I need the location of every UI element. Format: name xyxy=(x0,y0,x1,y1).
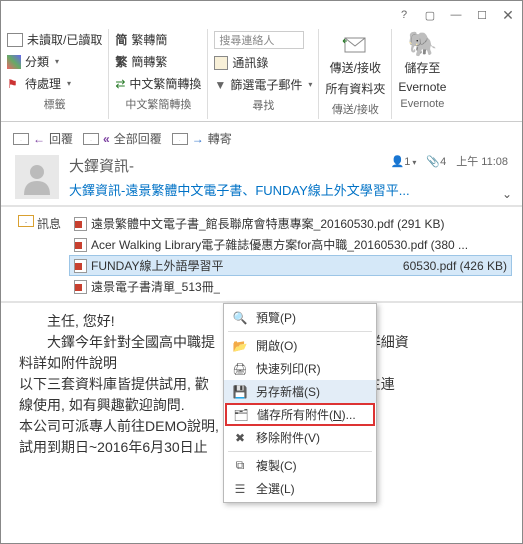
attachment-list: 遠景繁體中文電子書_館長聯席會特惠專案_20160530.pdf (291 KB… xyxy=(69,213,512,297)
ctx-open[interactable]: 📂開啟(O) xyxy=(224,334,376,357)
send-receive-button[interactable]: 傳送/接收 xyxy=(330,57,381,78)
close-icon[interactable]: ✕ xyxy=(502,9,514,21)
pdf-icon xyxy=(74,238,87,252)
pdf-icon xyxy=(74,259,87,273)
context-menu: 🔍預覽(P) 📂開啟(O) 🖨快速列印(R) 💾另存新檔(S) 🗂儲存所有附件(… xyxy=(223,303,377,503)
simp-to-trad-button[interactable]: 繁簡轉繁 xyxy=(115,51,201,72)
evernote-icon[interactable]: 🐘 xyxy=(408,31,436,57)
mail-icon xyxy=(15,213,37,297)
addressbook-icon xyxy=(214,56,228,70)
flag-icon: ⚑ xyxy=(7,77,21,91)
filter-email-button[interactable]: ▼篩選電子郵件▾ xyxy=(214,74,312,95)
address-book-button[interactable]: 通訊錄 xyxy=(214,52,312,73)
unread-read-button[interactable]: 未讀取/已讀取 xyxy=(7,29,102,50)
convert-icon: 简 xyxy=(115,31,127,48)
attachment-item-selected[interactable]: FUNDAY線上外語學習平60530.pdf (426 KB) xyxy=(69,255,512,276)
message-actions: ←回覆 «全部回覆 →轉寄 xyxy=(1,122,522,155)
open-icon: 📂 xyxy=(232,339,248,353)
ctx-save-as[interactable]: 💾另存新檔(S) xyxy=(224,380,376,403)
print-icon: 🖨 xyxy=(232,362,248,376)
attachment-item[interactable]: 遠景電子書清單_513冊_ xyxy=(69,276,512,297)
convert-arrow-icon: ⇄ xyxy=(115,77,125,91)
ctx-quick-print[interactable]: 🖨快速列印(R) xyxy=(224,357,376,380)
ribbon: 未讀取/已讀取 分類▾ ⚑待處理▾ 標籤 简繁轉簡 繁簡轉繁 ⇄中文繁簡轉換 中… xyxy=(1,29,522,122)
avatar xyxy=(15,155,59,199)
recipient-count: 👤1▾ xyxy=(391,155,417,168)
convert-icon: 繁 xyxy=(115,53,127,70)
attachment-count: 📎4 xyxy=(426,155,446,168)
save-to-evernote-button[interactable]: 儲存至 xyxy=(404,57,440,78)
ctx-copy[interactable]: ⧉複製(C) xyxy=(224,454,376,477)
message-time: 上午 11:08 xyxy=(456,153,508,169)
ribbon-group-evernote: 🐘 儲存至 Evernote Evernote xyxy=(392,29,452,119)
ctx-save-all-attachments[interactable]: 🗂儲存所有附件(N)... xyxy=(225,403,375,426)
ribbon-group-convert: 简繁轉簡 繁簡轉繁 ⇄中文繁簡轉換 中文繁簡轉換 xyxy=(109,29,208,119)
attachment-item[interactable]: 遠景繁體中文電子書_館長聯席會特惠專案_20160530.pdf (291 KB… xyxy=(69,213,512,234)
evernote-label: Evernote xyxy=(398,78,446,96)
followup-button[interactable]: ⚑待處理▾ xyxy=(7,73,102,94)
window-titlebar: ? ▢ — ☐ ✕ xyxy=(1,1,522,29)
ribbon-group-label: Evernote xyxy=(400,98,444,110)
ribbon-group-label: 中文繁簡轉換 xyxy=(115,96,201,112)
categorize-button[interactable]: 分類▾ xyxy=(7,51,102,72)
ribbon-group-label: 尋找 xyxy=(214,97,312,113)
send-receive-icon[interactable] xyxy=(341,31,369,57)
attachments-label: 訊息 xyxy=(37,213,69,297)
ribbon-group-find: 搜尋連絡人 通訊錄 ▼篩選電子郵件▾ 尋找 xyxy=(208,29,319,119)
forward-button[interactable]: →轉寄 xyxy=(172,130,232,147)
cn-convert-button[interactable]: ⇄中文繁簡轉換 xyxy=(115,73,201,94)
filter-icon: ▼ xyxy=(214,78,226,92)
envelope-icon xyxy=(7,33,23,47)
copy-icon: ⧉ xyxy=(232,458,248,473)
attachment-item[interactable]: Acer Walking Library電子雜誌優惠方案for高中職_20160… xyxy=(69,234,512,255)
remove-icon: ✖ xyxy=(232,431,248,445)
envelope-icon xyxy=(13,133,29,145)
ribbon-group-label: 標籤 xyxy=(7,96,102,112)
ribbon-group-label: 傳送/接收 xyxy=(332,101,379,117)
ctx-select-all[interactable]: ☰全選(L) xyxy=(224,477,376,500)
select-all-icon: ☰ xyxy=(232,482,248,496)
chevron-down-icon[interactable]: ⌄ xyxy=(502,187,512,201)
ctx-remove-attachment[interactable]: ✖移除附件(V) xyxy=(224,426,376,449)
minimize-icon[interactable]: — xyxy=(450,9,462,21)
maximize-icon[interactable]: ☐ xyxy=(476,9,488,21)
pdf-icon xyxy=(74,217,87,231)
message-meta: 👤1▾ 📎4 上午 11:08 xyxy=(391,153,508,169)
ribbon-group-tags: 未讀取/已讀取 分類▾ ⚑待處理▾ 標籤 xyxy=(1,29,109,119)
message-header: 👤1▾ 📎4 上午 11:08 大鐸資訊- 大鐸資訊-遠景繁體中文電子書、FUN… xyxy=(1,155,522,207)
save-icon: 💾 xyxy=(232,385,248,399)
search-contacts-input[interactable]: 搜尋連絡人 xyxy=(214,31,304,49)
preview-icon: 🔍 xyxy=(232,311,248,325)
pdf-icon xyxy=(74,280,87,294)
save-all-icon: 🗂 xyxy=(233,408,249,422)
envelope-icon xyxy=(172,133,188,145)
envelope-icon xyxy=(83,133,99,145)
category-icon xyxy=(7,55,21,69)
ctx-preview[interactable]: 🔍預覽(P) xyxy=(224,306,376,329)
ribbon-collapse-icon[interactable]: ▢ xyxy=(424,9,436,21)
all-folders-label: 所有資料夾 xyxy=(325,78,385,99)
message-subject: 大鐸資訊-遠景繁體中文電子書、FUNDAY線上外文學習平... xyxy=(69,180,508,199)
help-icon[interactable]: ? xyxy=(398,9,410,21)
ribbon-group-sendreceive: 傳送/接收 所有資料夾 傳送/接收 xyxy=(319,29,392,119)
attachments-block: 訊息 遠景繁體中文電子書_館長聯席會特惠專案_20160530.pdf (291… xyxy=(1,207,522,303)
reply-button[interactable]: ←回覆 xyxy=(13,130,73,147)
trad-to-simp-button[interactable]: 简繁轉簡 xyxy=(115,29,201,50)
reply-all-button[interactable]: «全部回覆 xyxy=(83,130,162,147)
